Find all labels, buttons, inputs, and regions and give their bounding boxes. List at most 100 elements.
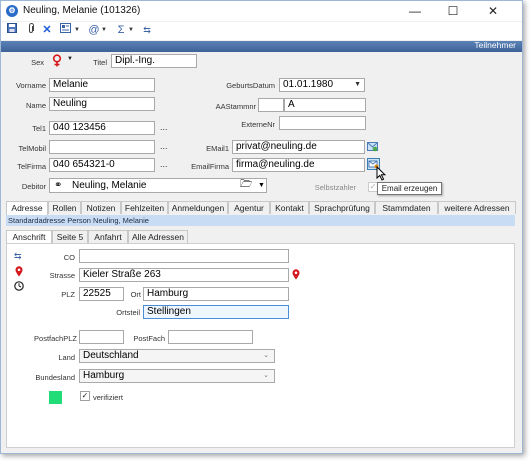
geburtsdatum-value: 01.01.1980 [283,79,334,90]
tab-adresse[interactable]: Adresse [6,201,48,215]
verifiziert-checkbox[interactable]: ✓ [80,391,90,401]
tab-notizen[interactable]: Notizen [81,201,121,214]
aastammnr-prefix-field[interactable] [258,98,284,112]
swap-icon[interactable]: ⇆ [141,23,153,38]
delete-icon[interactable]: ✕ [41,23,53,38]
tab-anschrift[interactable]: Anschrift [6,230,52,244]
emailfirma-label: EmailFirma [191,162,229,171]
email-send-icon[interactable] [367,141,378,152]
tab-agentur[interactable]: Agentur [228,201,270,214]
swap-icon[interactable]: ⇆ [14,251,22,262]
form-icon-graphic [59,23,71,33]
link-icon: ⚭ [54,180,63,191]
save-icon[interactable] [6,23,18,38]
chevron-down-icon[interactable]: ▼ [128,23,135,38]
geburtsdatum-field[interactable]: 01.01.1980 ▼ [279,78,365,92]
telfirma-more-button[interactable]: ... [160,159,168,169]
ort-label: Ort [130,290,141,299]
tab-weitere-adressen[interactable]: weitere Adressen [438,201,516,214]
chevron-down-icon: ▼ [354,81,361,88]
chevron-down-icon: ▼ [67,56,73,62]
name-field[interactable]: Neuling [49,97,155,111]
ortsteil-field[interactable]: Stellingen [143,305,289,319]
telfirma-field[interactable]: 040 654321-0 [49,158,155,172]
plz-label: PLZ [61,290,75,299]
tab-alle-adressen[interactable]: Alle Adressen [128,230,188,243]
strasse-field[interactable]: Kieler Straße 263 [79,268,289,282]
map-pin-icon[interactable] [15,266,23,279]
chevron-down-icon: ▼ [258,182,265,189]
chevron-down-icon[interactable]: ▼ [74,23,81,38]
ortsteil-label: Ortsteil [116,308,140,317]
tab-sprachpruefung[interactable]: Sprachprüfung [309,201,375,214]
ort-field[interactable]: Hamburg [143,287,289,301]
mouse-cursor-icon [376,166,386,181]
aastammnr-field[interactable]: A [284,98,366,112]
tel1-more-button[interactable]: ... [160,122,168,132]
toolbar: ✕ ▼ @ ▼ Σ ▼ ⇆ [1,22,522,40]
clock-graphic [14,281,24,291]
chevron-down-icon: ⌄ [263,352,269,359]
co-label: CO [63,253,75,262]
postfach-label: PostFach [133,334,165,343]
debitor-field[interactable]: ⚭ Neuling, Melanie 🗁 ▼ [49,178,267,193]
externenr-label: ExterneNr [241,120,275,129]
sum-icon[interactable]: Σ [115,23,127,38]
chevron-down-icon: ⌄ [263,372,269,379]
emailfirma-field[interactable]: firma@neuling.de [232,158,365,172]
postfach-field[interactable] [168,330,253,344]
tel1-field[interactable]: 040 123456 [49,121,155,135]
section-header-label: Teilnehmer [474,40,516,50]
sex-select[interactable]: ▼ [51,54,75,68]
chevron-down-icon[interactable]: ▼ [101,23,108,38]
attachment-icon[interactable] [26,23,36,38]
titel-field[interactable]: Dipl.-Ing. [111,54,197,68]
co-field[interactable] [79,249,289,263]
telmobil-field[interactable] [49,140,155,154]
web-icon[interactable]: @ [88,23,100,38]
telmobil-label: TelMobil [18,144,46,153]
main-tabs: Adresse Rollen Notizen Fehlzeiten Anmeld… [6,201,516,215]
plz-field[interactable]: 22525 [79,287,124,301]
map-pin-icon[interactable] [292,269,300,282]
clock-icon[interactable] [14,281,24,293]
status-indicator [49,391,62,404]
telmobil-more-button[interactable]: ... [160,141,168,151]
form-icon[interactable] [59,23,71,38]
postfachplz-field[interactable] [79,330,124,344]
bundesland-label: Bundesland [35,373,75,382]
geburtsdatum-label: GeburtsDatum [226,81,275,90]
window: ⚙ Neuling, Melanie (101326) — ☐ ✕ ✕ ▼ @ … [0,0,523,454]
tel1-label: Tel1 [32,124,46,133]
tab-seite-5[interactable]: Seite 5 [52,230,88,243]
tab-anfahrt[interactable]: Anfahrt [88,230,128,243]
email1-field[interactable]: privat@neuling.de [232,140,365,154]
title-bar: ⚙ Neuling, Melanie (101326) — ☐ ✕ [1,1,522,21]
sex-label: Sex [31,58,44,67]
vorname-field[interactable]: Melanie [49,78,155,92]
maximize-button[interactable]: ☐ [438,1,468,21]
tab-stammdaten[interactable]: Stammdaten [375,201,438,214]
verifiziert-label: verifiziert [93,393,124,402]
window-title: Neuling, Melanie (101326) [23,5,141,16]
bundesland-value: Hamburg [83,370,125,381]
sub-tabs: Anschrift Seite 5 Anfahrt Alle Adressen [6,230,306,244]
section-header: Teilnehmer [1,40,522,52]
tab-rollen[interactable]: Rollen [48,201,81,214]
email-send-icon-graphic [367,142,378,152]
close-button[interactable]: ✕ [478,1,508,21]
female-icon [52,54,62,67]
minimize-button[interactable]: — [400,1,430,21]
tab-fehlzeiten[interactable]: Fehlzeiten [121,201,168,214]
map-pin-graphic [15,266,23,277]
bundesland-select[interactable]: Hamburg ⌄ [79,369,275,383]
debitor-value: Neuling, Melanie [72,180,147,191]
land-select[interactable]: Deutschland ⌄ [79,349,275,363]
land-label: Land [58,353,75,362]
tab-kontakt[interactable]: Kontakt [270,201,309,214]
telfirma-label: TelFirma [17,162,46,171]
standard-address-strip: Standardadresse Person Neuling, Melanie [6,215,515,226]
tab-anmeldungen[interactable]: Anmeldungen [168,201,228,214]
externenr-field[interactable] [279,116,366,130]
postfachplz-label: PostfachPLZ [34,334,77,343]
